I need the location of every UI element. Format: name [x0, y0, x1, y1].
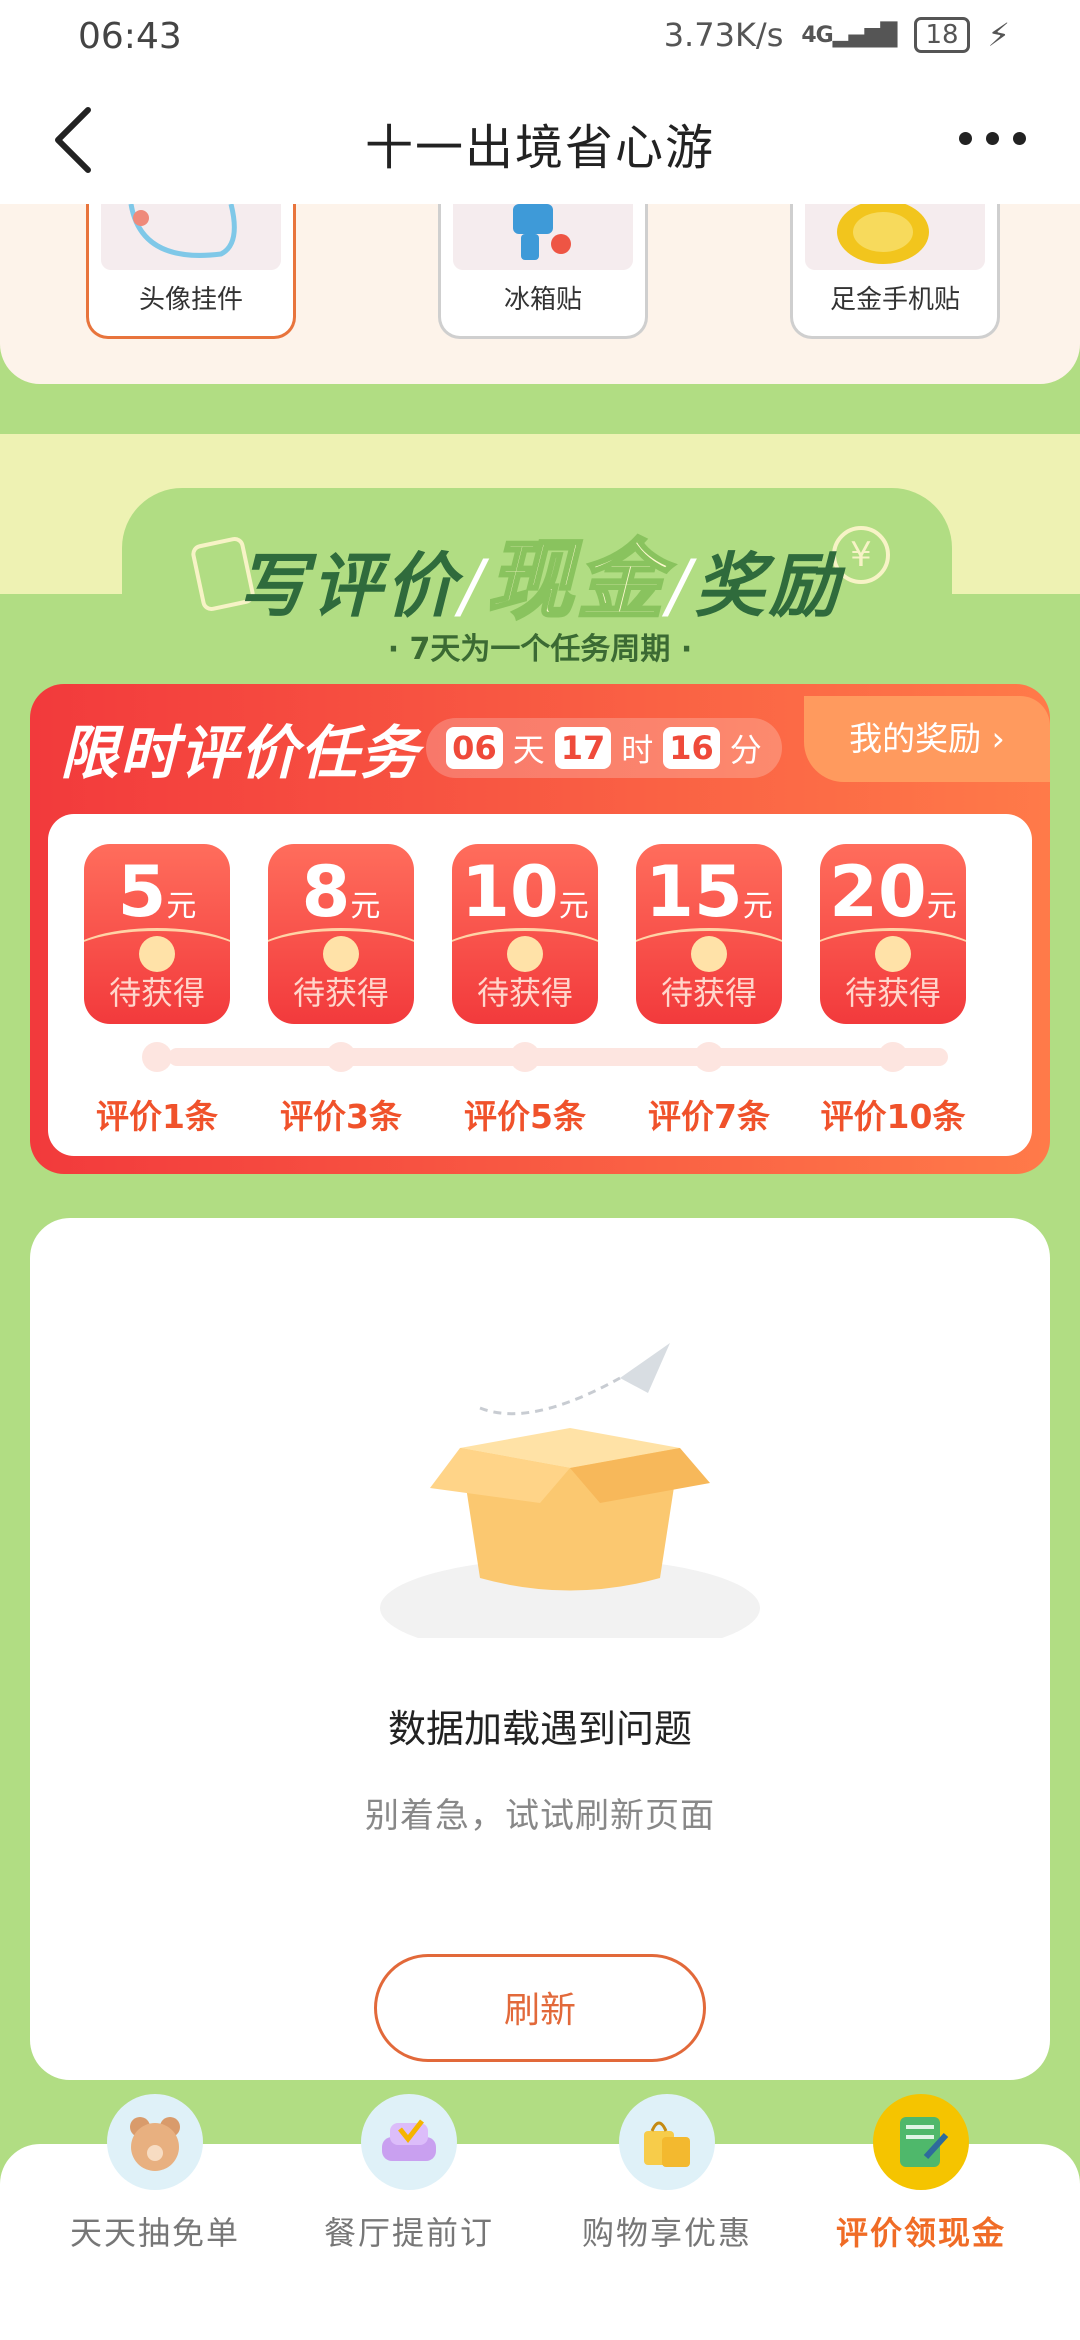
tab-label: 评价领现金	[835, 2214, 1006, 2252]
task-title: 限时评价任务	[60, 719, 421, 787]
timer-hours: 17	[554, 727, 612, 769]
reward-amount: 20	[829, 851, 927, 933]
sofa-icon	[361, 2094, 457, 2190]
progress-dot	[510, 1042, 540, 1072]
prize-gold-phone-sticker[interactable]: 足金手机贴	[790, 204, 1000, 339]
reward-envelope[interactable]: 15元 待获得	[636, 844, 782, 1024]
tab-review-cash[interactable]: 评价领现金	[796, 2094, 1046, 2334]
reward-unit: 元	[742, 889, 773, 924]
status-indicators: 3.73K/s 4G▂▄▆█ 18 ⚡	[664, 16, 1010, 54]
notepad-icon	[873, 2094, 969, 2190]
review-requirement: 评价3条	[280, 1097, 402, 1136]
banner-title: 写评价/现金/奖励	[237, 530, 843, 633]
reward-amount: 10	[461, 851, 559, 933]
seal-icon	[875, 936, 911, 972]
prize-label: 头像挂件	[138, 285, 243, 315]
status-bar: 06:43 3.73K/s 4G▂▄▆█ 18 ⚡	[0, 0, 1080, 76]
timer-minutes-unit: 分	[729, 731, 762, 769]
tab-shopping-deals[interactable]: 购物享优惠	[542, 2094, 792, 2334]
progress-dot	[878, 1042, 908, 1072]
progress-dot	[142, 1042, 172, 1072]
prize-fridge-magnet[interactable]: 冰箱贴	[438, 204, 648, 339]
network-speed: 3.73K/s	[663, 16, 784, 54]
title-bar: 十一出境省心游	[0, 76, 1080, 204]
seal-icon	[139, 936, 175, 972]
reward-status: 待获得	[292, 974, 389, 1012]
reward-unit: 元	[926, 889, 957, 924]
banner-title-cash: 现金	[486, 530, 667, 633]
prize-label: 冰箱贴	[503, 285, 582, 315]
prize-label: 足金手机贴	[829, 285, 960, 315]
reward-status: 待获得	[660, 974, 757, 1012]
signal-icon: 4G▂▄▆█	[801, 22, 897, 48]
bear-icon	[107, 2094, 203, 2190]
progress-dot	[326, 1042, 356, 1072]
reward-status: 待获得	[844, 974, 941, 1012]
gold-sticker-image	[805, 204, 985, 270]
reward-envelope[interactable]: 10元 待获得	[452, 844, 598, 1024]
charging-icon: ⚡	[987, 16, 1010, 54]
timer-days: 06	[446, 727, 503, 769]
error-subtitle: 别着急，试试刷新页面	[365, 1796, 715, 1836]
reward-envelope[interactable]: 8元 待获得	[268, 844, 414, 1024]
review-task-card: 限时评价任务 06 天 17 时 16 分 我的奖励 › 5元 待获得 8元 待…	[30, 684, 1050, 1174]
reward-amount: 5	[117, 851, 167, 933]
seal-icon	[323, 936, 359, 972]
bottom-tab-bar: 天天抽免单 餐厅提前订 购物享优惠 评价领现金	[0, 2094, 1080, 2340]
my-rewards-link[interactable]: 我的奖励 ›	[804, 696, 1050, 782]
banner-title-part2: 奖励	[694, 545, 843, 627]
refresh-button[interactable]: 刷新	[374, 1954, 706, 2062]
fridge-magnet-image	[453, 204, 633, 270]
review-requirement: 评价1条	[96, 1097, 218, 1136]
shopping-bag-icon	[619, 2094, 715, 2190]
more-options-icon[interactable]	[959, 132, 1026, 145]
reward-status: 待获得	[108, 974, 205, 1012]
avatar-pendant-image	[101, 204, 281, 270]
progress-dot	[694, 1042, 724, 1072]
battery-level: 18	[925, 20, 959, 50]
tab-daily-lottery[interactable]: 天天抽免单	[30, 2094, 280, 2334]
network-type: 4G	[801, 22, 833, 48]
reward-status: 待获得	[476, 974, 573, 1012]
tab-label: 天天抽免单	[69, 2214, 240, 2252]
error-card: 数据加载遇到问题 别着急，试试刷新页面 刷新	[30, 1218, 1050, 2080]
page-title: 十一出境省心游	[364, 120, 715, 176]
empty-box-illustration	[380, 1343, 760, 1638]
banner-title-part1: 写评价	[237, 545, 460, 627]
reward-amount: 15	[645, 851, 743, 933]
battery-icon: 18	[914, 17, 970, 53]
reward-unit: 元	[350, 889, 381, 924]
prize-avatar-pendant[interactable]: 头像挂件	[86, 204, 296, 339]
tab-label: 餐厅提前订	[323, 2214, 494, 2252]
error-title: 数据加载遇到问题	[387, 1707, 692, 1751]
timer-hours-unit: 时	[621, 731, 654, 769]
prize-section: 头像挂件 冰箱贴 足金手机贴	[0, 204, 1080, 384]
reward-unit: 元	[558, 889, 589, 924]
divider-strip	[0, 384, 1080, 434]
countdown-timer: 06 天 17 时 16 分	[426, 718, 782, 778]
seal-icon	[691, 936, 727, 972]
reward-envelope[interactable]: 5元 待获得	[84, 844, 230, 1024]
tab-label: 购物享优惠	[581, 2214, 752, 2252]
tab-restaurant-booking[interactable]: 餐厅提前订	[284, 2094, 534, 2334]
review-requirement: 评价7条	[648, 1097, 770, 1136]
reward-tiers: 5元 待获得 8元 待获得 10元 待获得 15元 待获得 20元 待获得 评价…	[48, 814, 1032, 1156]
reward-envelope[interactable]: 20元 待获得	[820, 844, 966, 1024]
status-time: 06:43	[78, 16, 182, 57]
timer-minutes: 16	[663, 727, 720, 769]
seal-icon	[507, 936, 543, 972]
progress-track	[168, 1048, 948, 1066]
timer-days-unit: 天	[512, 731, 545, 769]
reward-unit: 元	[166, 889, 197, 924]
review-requirement: 评价5条	[464, 1097, 586, 1136]
banner-subtitle: · 7天为一个任务周期 ·	[387, 632, 693, 667]
review-requirement: 评价10条	[820, 1097, 966, 1136]
reward-amount: 8	[301, 851, 351, 933]
